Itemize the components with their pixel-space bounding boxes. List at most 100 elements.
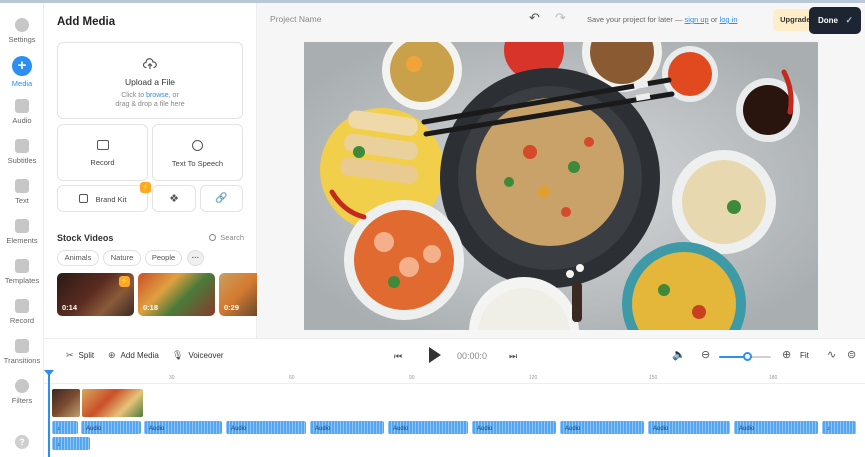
timeline-ruler: 30 60 90 120 150 180 bbox=[44, 370, 865, 384]
zoom-in-icon[interactable]: ⊕ bbox=[782, 348, 791, 361]
search-label: Search bbox=[220, 233, 244, 242]
dropbox-button[interactable]: ❖ bbox=[152, 185, 196, 212]
rail-item-subtitles[interactable]: Subtitles bbox=[0, 139, 44, 179]
video-clip[interactable] bbox=[52, 389, 80, 417]
sign-up-link[interactable]: sign up bbox=[685, 15, 709, 24]
audio-clip[interactable]: Audio bbox=[560, 421, 644, 434]
record-icon bbox=[15, 299, 29, 313]
audio-clip[interactable]: Audio bbox=[144, 421, 222, 434]
audio-clip[interactable]: ♪ bbox=[822, 421, 856, 434]
scissors-icon: ✂ bbox=[66, 350, 74, 360]
video-preview-frame[interactable] bbox=[304, 42, 818, 330]
audio-clip[interactable]: Audio bbox=[388, 421, 468, 434]
import-link-button[interactable]: 🔗 bbox=[200, 185, 243, 212]
timeline-toolbar: ✂ Split ⊕ Add Media 🎙 Voiceover ⏮ 00:00:0 ⏭… bbox=[44, 338, 865, 370]
video-clip[interactable] bbox=[82, 389, 143, 417]
rail-item-elements[interactable]: Elements bbox=[0, 219, 44, 259]
chip-animals[interactable]: Animals bbox=[57, 250, 99, 266]
ruler-tick: 120 bbox=[529, 375, 538, 381]
zoom-slider-handle[interactable] bbox=[742, 352, 752, 361]
rail-item-settings[interactable]: Settings bbox=[0, 18, 44, 58]
done-button[interactable]: Done ✓ bbox=[809, 7, 861, 34]
add-media-button[interactable]: ⊕ Add Media bbox=[108, 350, 159, 361]
volume-icon[interactable]: 🔈 bbox=[672, 348, 686, 361]
upload-dropzone[interactable]: Upload a File Click to browse, or drag &… bbox=[57, 42, 243, 119]
fit-button[interactable]: Fit bbox=[800, 351, 809, 360]
log-in-link[interactable]: log in bbox=[720, 15, 738, 24]
audio-clip-label: Audio bbox=[739, 426, 755, 432]
rail-item-media[interactable]: + Media bbox=[0, 56, 44, 96]
stock-search-button[interactable]: Search bbox=[209, 233, 244, 242]
redo-icon[interactable]: ↷ bbox=[555, 10, 566, 26]
record-button[interactable]: Record bbox=[57, 124, 148, 181]
brand-kit-button[interactable]: Brand Kit ⚡ bbox=[57, 182, 151, 212]
rail-label: Transitions bbox=[3, 356, 41, 365]
ruler-tick: 180 bbox=[769, 375, 778, 381]
food-image bbox=[304, 42, 818, 330]
more-categories-button[interactable]: ··· bbox=[187, 250, 204, 266]
skip-back-icon[interactable]: ⏮ bbox=[394, 351, 402, 362]
rail-item-audio[interactable]: Audio bbox=[0, 99, 44, 139]
play-icon[interactable] bbox=[429, 347, 441, 363]
video-camera-icon bbox=[96, 140, 109, 150]
panel-title: Add Media bbox=[57, 16, 116, 28]
rail-item-text[interactable]: Text bbox=[0, 179, 44, 219]
audio-clip[interactable]: ♪ bbox=[52, 437, 90, 450]
timeline-settings-icon[interactable]: ⊜ bbox=[847, 348, 856, 361]
save-note-text: Save your project for later — bbox=[587, 15, 685, 24]
audio-clip-label: Audio bbox=[477, 426, 493, 432]
text-icon bbox=[15, 179, 29, 193]
audio-clip[interactable]: Audio bbox=[310, 421, 384, 434]
video-duration: 0:14 bbox=[62, 303, 78, 312]
zoom-slider[interactable] bbox=[719, 352, 771, 361]
upload-title: Upload a File bbox=[124, 77, 176, 87]
cloud-upload-icon bbox=[58, 57, 242, 73]
stock-videos-title: Stock Videos bbox=[57, 233, 114, 243]
premium-bolt-icon: ⚡ bbox=[119, 276, 130, 287]
ruler-tick: 60 bbox=[289, 375, 295, 381]
audio-clip[interactable]: Audio bbox=[81, 421, 141, 434]
rail-label: Filters bbox=[11, 396, 33, 405]
audio-clip[interactable]: Audio bbox=[648, 421, 730, 434]
check-icon: ✓ bbox=[845, 15, 853, 25]
music-note-icon bbox=[15, 99, 29, 113]
chip-people[interactable]: People bbox=[145, 250, 182, 266]
undo-icon[interactable]: ↶ bbox=[529, 10, 540, 26]
waveform-icon[interactable]: ∿ bbox=[827, 348, 836, 361]
rail-item-transitions[interactable]: Transitions bbox=[0, 339, 44, 379]
audio-clip[interactable]: Audio bbox=[226, 421, 306, 434]
audio-clip[interactable]: Audio bbox=[734, 421, 818, 434]
help-icon[interactable]: ? bbox=[15, 435, 29, 449]
speech-bubble-icon bbox=[192, 140, 203, 151]
audio-clip-label: ♪ bbox=[57, 442, 60, 448]
left-rail: Settings + Media Audio Subtitles Text El… bbox=[0, 3, 44, 457]
shapes-icon bbox=[15, 219, 29, 233]
rail-item-record[interactable]: Record bbox=[0, 299, 44, 339]
add-media-label: Add Media bbox=[120, 351, 159, 360]
project-name-field[interactable]: Project Name bbox=[270, 14, 322, 24]
audio-clip-label: Audio bbox=[315, 426, 331, 432]
skip-forward-icon[interactable]: ⏭ bbox=[509, 351, 517, 362]
ruler-tick: 90 bbox=[409, 375, 415, 381]
canvas-stage bbox=[257, 36, 865, 338]
stock-video-thumb[interactable]: 0:18 bbox=[138, 273, 215, 316]
voiceover-button[interactable]: 🎙 Voiceover bbox=[172, 350, 224, 361]
upload-hint-drag: drag & drop a file here bbox=[115, 101, 185, 109]
audio-clip[interactable]: Audio bbox=[472, 421, 556, 434]
stock-video-thumb[interactable]: 0:29 bbox=[219, 273, 257, 316]
stock-video-thumb[interactable]: ⚡ 0:14 bbox=[57, 273, 134, 316]
zoom-out-icon[interactable]: ⊖ bbox=[701, 348, 710, 361]
brand-kit-icon bbox=[78, 194, 88, 203]
upgrade-label: Upgrade bbox=[780, 15, 811, 24]
audio-clip[interactable]: ♪ bbox=[52, 421, 78, 434]
rail-item-templates[interactable]: Templates bbox=[0, 259, 44, 299]
subtitles-icon bbox=[15, 139, 29, 153]
playhead[interactable] bbox=[44, 370, 54, 457]
browse-link[interactable]: browse bbox=[146, 92, 169, 99]
text-to-speech-button[interactable]: Text To Speech bbox=[152, 124, 243, 181]
upload-hint-prefix: Click to bbox=[121, 92, 147, 99]
add-media-panel: Add Media Upload a File Click to browse,… bbox=[44, 3, 257, 338]
rail-item-filters[interactable]: Filters bbox=[0, 379, 44, 419]
chip-nature[interactable]: Nature bbox=[103, 250, 141, 266]
split-button[interactable]: ✂ Split bbox=[66, 350, 94, 361]
